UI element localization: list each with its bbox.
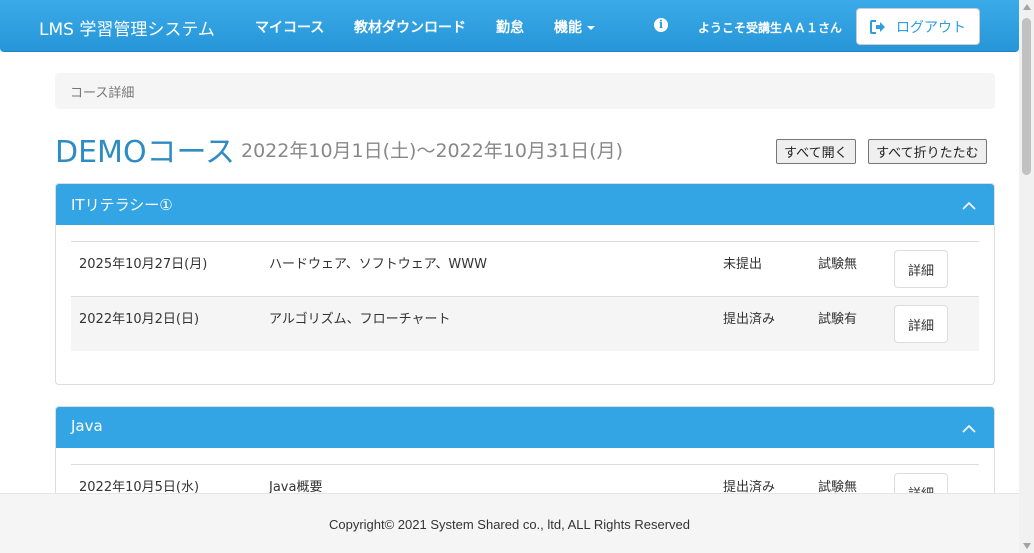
row-topic: ハードウェア、ソフトウェア、WWW (269, 257, 487, 272)
nav-functions-label: 機能 (554, 20, 582, 36)
welcome-user-text: ようこそ受講生ＡＡ１さん (698, 21, 843, 35)
collapse-all-button[interactable]: すべて折りたたむ (868, 139, 987, 164)
logout-button[interactable]: ログアウト (856, 8, 980, 45)
info-icon[interactable]: i (654, 18, 668, 32)
chevron-up-icon[interactable] (962, 199, 976, 213)
logout-label: ログアウト (896, 19, 966, 36)
section-heading[interactable]: Java (56, 407, 994, 448)
nav-attendance[interactable]: 勤怠 (496, 17, 524, 37)
top-navbar: LMS 学習管理システム マイコース 教材ダウンロード 勤怠 機能 i ようこそ… (0, 0, 1019, 52)
course-date-range: 2022年10月1日(土)～2022年10月31日(月) (241, 140, 623, 162)
expand-all-button[interactable]: すべて開く (776, 139, 856, 164)
nav-material-download[interactable]: 教材ダウンロード (354, 17, 466, 37)
scroll-down-arrow-icon[interactable] (1023, 543, 1031, 549)
section-heading[interactable]: ITリテラシー① (56, 184, 994, 225)
table-row: 2025年10月27日(月) ハードウェア、ソフトウェア、WWW 未提出 試験無… (71, 241, 979, 296)
page-footer: Copyright© 2021 System Shared co., ltd, … (0, 493, 1019, 553)
row-topic: アルゴリズム、フローチャート (269, 312, 451, 327)
nav-functions-dropdown[interactable]: 機能 (554, 17, 595, 37)
nav-my-courses[interactable]: マイコース (255, 17, 324, 37)
row-submission-status: 未提出 (723, 257, 763, 272)
page-scrollbar[interactable] (1019, 0, 1034, 553)
detail-button[interactable]: 詳細 (894, 250, 948, 288)
row-exam-status: 試験有 (818, 312, 858, 327)
row-date: 2022年10月2日(日) (79, 312, 200, 327)
copyright-text: Copyright© 2021 System Shared co., ltd, … (328, 517, 690, 532)
course-title: DEMOコース (55, 135, 236, 170)
section-title: Java (71, 417, 103, 435)
logout-icon (870, 19, 886, 34)
caret-down-icon (587, 26, 595, 30)
chevron-up-icon[interactable] (962, 422, 976, 436)
row-submission-status: 提出済み (723, 312, 776, 327)
row-date: 2025年10月27日(月) (79, 257, 208, 272)
detail-button[interactable]: 詳細 (894, 305, 948, 343)
brand-title[interactable]: LMS 学習管理システム (39, 15, 215, 40)
scroll-up-arrow-icon[interactable] (1023, 4, 1031, 10)
row-exam-status: 試験無 (818, 257, 858, 272)
scroll-thumb[interactable] (1022, 18, 1031, 175)
breadcrumb: コース詳細 (55, 73, 995, 109)
section-panel-it-literacy: ITリテラシー① 2025年10月27日(月) ハードウェア、ソフトウェア、WW… (55, 183, 995, 385)
section-title: ITリテラシー① (71, 196, 173, 214)
table-row: 2022年10月2日(日) アルゴリズム、フローチャート 提出済み 試験有 詳細 (71, 296, 979, 351)
